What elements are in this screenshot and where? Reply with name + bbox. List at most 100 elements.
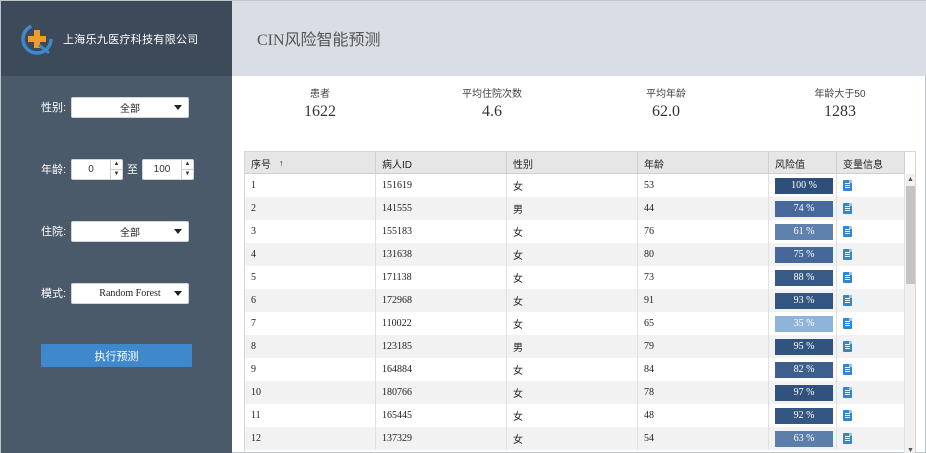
age-max-stepper[interactable]: 100 ▲ ▼ — [142, 158, 194, 180]
sidebar: 上海乐九医疗科技有限公司 性别: 全部 年龄: 0 ▲ ▼ 至 100 ▲ ▼ … — [1, 1, 232, 453]
table-row[interactable]: 10 180766 女 78 97 % — [245, 381, 905, 404]
stepper-up-icon[interactable]: ▲ — [182, 160, 193, 169]
model-select-value: Random Forest — [99, 287, 161, 299]
document-icon[interactable] — [843, 318, 852, 329]
document-icon[interactable] — [843, 387, 852, 398]
table-row[interactable]: 7 110022 女 65 35 % — [245, 312, 905, 335]
document-icon[interactable] — [843, 410, 852, 421]
cell-variables — [837, 427, 905, 450]
column-header-gender[interactable]: 性别 — [507, 152, 638, 174]
table-scrollbar[interactable]: ▲ ▼ — [904, 174, 915, 453]
cell-index: 4 — [245, 243, 376, 266]
cell-variables — [837, 335, 905, 358]
run-prediction-button[interactable]: 执行预测 — [41, 344, 192, 367]
cell-age: 65 — [638, 312, 769, 335]
patient-table: 序号 ↑ 病人ID 性别 年龄 风险值 变量信息 1 151619 女 53 100 %… — [244, 151, 916, 453]
cell-gender: 女 — [507, 427, 638, 450]
cell-risk: 35 % — [769, 312, 837, 335]
cell-index: 11 — [245, 404, 376, 427]
table-row[interactable]: 8 123185 男 79 95 % — [245, 335, 905, 358]
risk-badge: 92 % — [775, 407, 833, 424]
model-select[interactable]: Random Forest — [71, 282, 189, 304]
document-icon[interactable] — [843, 364, 852, 375]
gender-select[interactable]: 全部 — [71, 96, 189, 118]
sort-asc-icon[interactable]: ↑ — [279, 158, 284, 168]
table-row[interactable]: 9 164884 女 84 82 % — [245, 358, 905, 381]
cell-age: 76 — [638, 220, 769, 243]
stepper-down-icon[interactable]: ▼ — [111, 168, 122, 179]
cell-gender: 女 — [507, 358, 638, 381]
cell-age: 44 — [638, 197, 769, 220]
column-label: 序号 — [251, 159, 271, 171]
risk-badge: 97 % — [775, 384, 833, 401]
chevron-down-icon — [174, 104, 182, 110]
age-label: 年龄: — [41, 164, 67, 176]
cell-variables — [837, 174, 905, 197]
cell-index: 6 — [245, 289, 376, 312]
cell-index: 1 — [245, 174, 376, 197]
column-header-risk[interactable]: 风险值 — [769, 152, 837, 174]
cell-variables — [837, 404, 905, 427]
cell-patient-id: 171138 — [376, 266, 507, 289]
age-max-arrows[interactable]: ▲ ▼ — [181, 159, 193, 179]
stat-label: 平均住院次数 — [462, 89, 522, 100]
document-icon[interactable] — [843, 249, 852, 260]
table-row[interactable]: 4 131638 女 80 75 % — [245, 243, 905, 266]
table-row[interactable]: 2 141555 男 44 74 % — [245, 197, 905, 220]
cell-variables — [837, 358, 905, 381]
cell-patient-id: 123185 — [376, 335, 507, 358]
cell-patient-id: 164884 — [376, 358, 507, 381]
scrollbar-thumb[interactable] — [906, 186, 915, 284]
column-header-variables[interactable]: 变量信息 — [837, 152, 905, 174]
stepper-up-icon[interactable]: ▲ — [111, 160, 122, 169]
document-icon[interactable] — [843, 180, 852, 191]
cell-risk: 82 % — [769, 358, 837, 381]
cell-gender: 女 — [507, 289, 638, 312]
scroll-up-icon[interactable]: ▲ — [906, 176, 915, 184]
column-header-patient-id[interactable]: 病人ID — [376, 152, 507, 174]
table-header: 序号 ↑ 病人ID 性别 年龄 风险值 变量信息 — [245, 152, 905, 174]
stat-label: 患者 — [310, 89, 330, 100]
table-row[interactable]: 3 155183 女 76 61 % — [245, 220, 905, 243]
stepper-down-icon[interactable]: ▼ — [182, 168, 193, 179]
document-icon[interactable] — [843, 226, 852, 237]
age-min-arrows[interactable]: ▲ ▼ — [110, 159, 122, 179]
cell-patient-id: 155183 — [376, 220, 507, 243]
table-row[interactable]: 11 165445 女 48 92 % — [245, 404, 905, 427]
cell-gender: 女 — [507, 220, 638, 243]
cell-age: 79 — [638, 335, 769, 358]
stats-panel: 患者 1622 平均住院次数 4.6 平均年龄 62.0 年龄大于50 1283 — [232, 85, 926, 125]
gender-select-value: 全部 — [120, 103, 140, 115]
table-row[interactable]: 12 137329 女 54 63 % — [245, 427, 905, 450]
cell-age: 84 — [638, 358, 769, 381]
column-header-index[interactable]: 序号 ↑ — [245, 152, 376, 174]
cell-variables — [837, 220, 905, 243]
column-header-age[interactable]: 年龄 — [638, 152, 769, 174]
document-icon[interactable] — [843, 295, 852, 306]
cell-age: 80 — [638, 243, 769, 266]
company-name: 上海乐九医疗科技有限公司 — [63, 33, 199, 46]
age-min-value: 0 — [88, 163, 94, 175]
document-icon[interactable] — [843, 203, 852, 214]
header-bar: CIN风险智能预测 — [232, 1, 926, 76]
table-row[interactable]: 1 151619 女 53 100 % — [245, 174, 905, 197]
age-min-stepper[interactable]: 0 ▲ ▼ — [71, 158, 123, 180]
cell-risk: 74 % — [769, 197, 837, 220]
cell-age: 53 — [638, 174, 769, 197]
table-row[interactable]: 6 172968 女 91 93 % — [245, 289, 905, 312]
cell-gender: 男 — [507, 335, 638, 358]
document-icon[interactable] — [843, 341, 852, 352]
app-window: 上海乐九医疗科技有限公司 性别: 全部 年龄: 0 ▲ ▼ 至 100 ▲ ▼ … — [0, 0, 926, 453]
stat-value: 4.6 — [482, 103, 502, 120]
table-row[interactable]: 5 171138 女 73 88 % — [245, 266, 905, 289]
hospitalized-filter-row: 住院: 全部 — [1, 220, 232, 242]
stat-value: 1622 — [304, 103, 336, 120]
cell-gender: 女 — [507, 312, 638, 335]
scroll-down-icon[interactable]: ▼ — [906, 447, 915, 453]
cell-risk: 92 % — [769, 404, 837, 427]
cell-patient-id: 172968 — [376, 289, 507, 312]
document-icon[interactable] — [843, 433, 852, 444]
document-icon[interactable] — [843, 272, 852, 283]
stat-avg-age: 平均年龄 62.0 — [606, 85, 726, 121]
hospitalized-select[interactable]: 全部 — [71, 220, 189, 242]
